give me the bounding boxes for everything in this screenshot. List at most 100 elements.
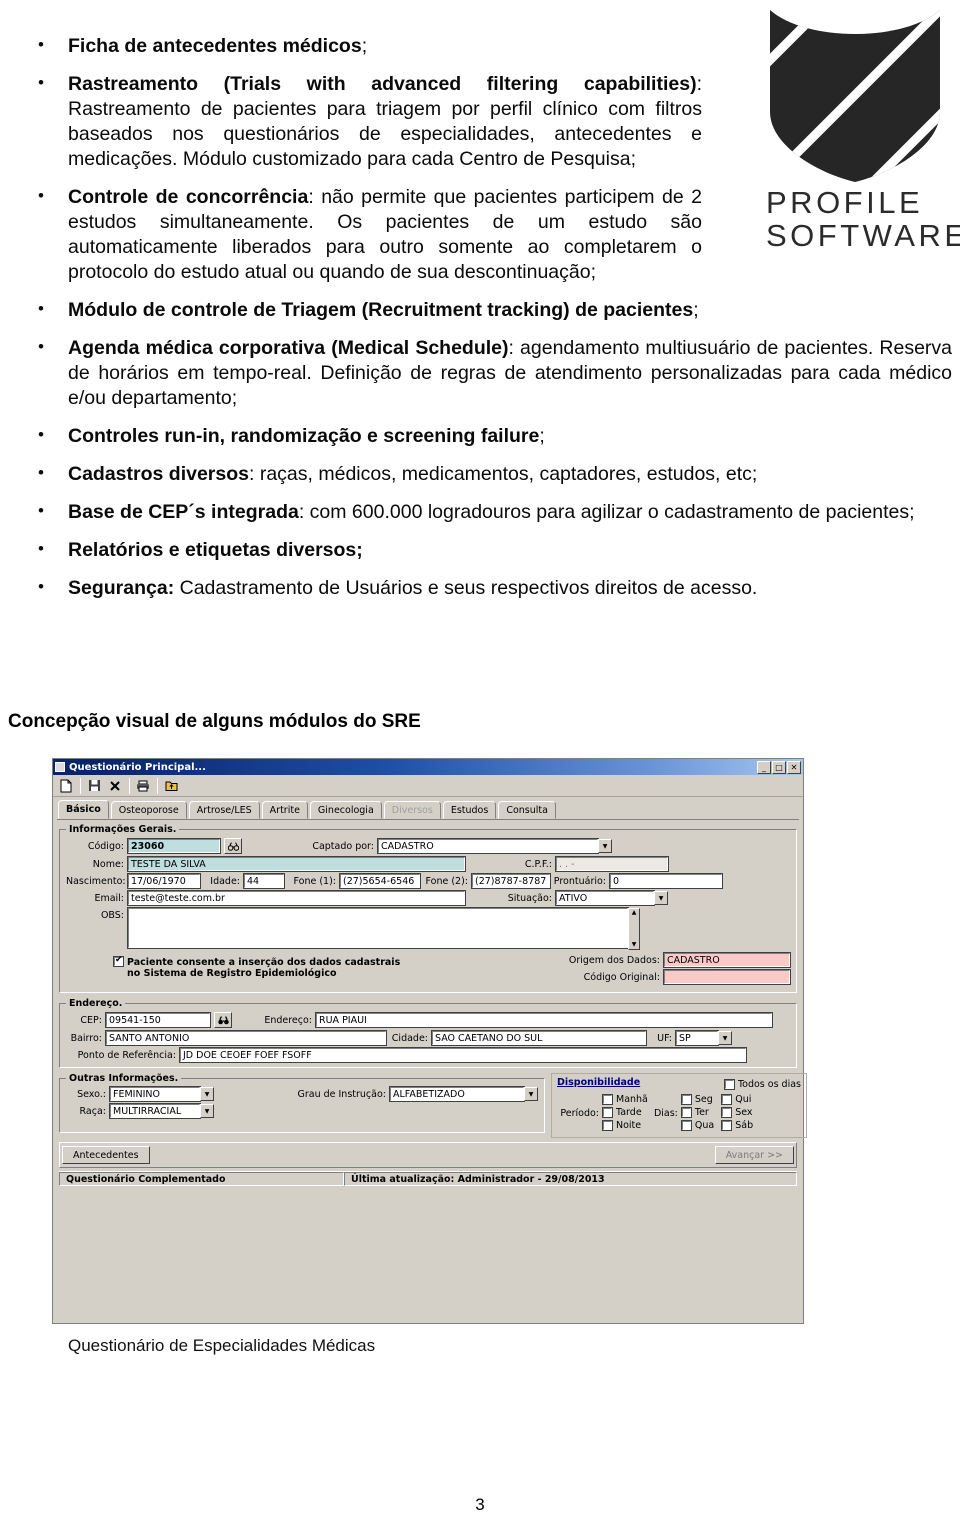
binoculars-icon[interactable]	[224, 838, 242, 854]
dia-checkbox[interactable]	[721, 1120, 733, 1131]
prontuario-input[interactable]: 0	[609, 873, 723, 889]
minimize-button[interactable]: _	[757, 760, 771, 774]
grau-instrucao-select[interactable]: ALFABETIZADO	[389, 1086, 525, 1102]
dia-sex-row[interactable]: Sex	[721, 1107, 753, 1118]
tab-osteoporose[interactable]: Osteoporose	[110, 801, 187, 819]
fone1-input[interactable]: (27)5654-6546	[339, 873, 421, 889]
chevron-down-icon[interactable]: ▼	[718, 1031, 732, 1045]
periodo-tarde-row[interactable]: Tarde	[602, 1107, 648, 1118]
cep-label: CEP:	[80, 1014, 102, 1026]
email-input[interactable]: teste@teste.com.br	[127, 890, 466, 906]
raca-label: Raça:	[79, 1105, 106, 1117]
nome-input[interactable]: TESTE DA SILVA	[127, 856, 466, 872]
codigo-input[interactable]: 23060	[127, 838, 221, 854]
dia-checkbox[interactable]	[680, 1094, 692, 1105]
situacao-select[interactable]: ATIVO	[555, 890, 655, 906]
periodo-label: Período:	[560, 1108, 599, 1119]
dia-s-b-row[interactable]: Sáb	[721, 1120, 754, 1131]
codigo-original-label: Código Original:	[583, 971, 660, 983]
group-legend-outras-informacoes: Outras Informações.	[69, 1073, 179, 1084]
captado-por-select[interactable]: CADASTRO	[377, 838, 599, 854]
print-icon[interactable]	[133, 777, 153, 795]
figure-caption: Questionário de Especialidades Médicas	[68, 1336, 376, 1355]
periodo-checkbox[interactable]	[602, 1107, 613, 1118]
feature-bullet-list: Ficha de antecedentes médicos; Rastreamen…	[0, 32, 952, 614]
uf-label: UF:	[657, 1032, 672, 1044]
chevron-down-icon[interactable]: ▼	[654, 891, 668, 905]
todos-os-dias-checkbox[interactable]	[723, 1078, 735, 1090]
consent-checkbox[interactable]	[113, 955, 124, 967]
periodo-checkbox[interactable]	[602, 1120, 613, 1131]
tab-estudos[interactable]: Estudos	[442, 801, 497, 819]
cep-input[interactable]: 09541-150	[105, 1012, 211, 1028]
binoculars-icon[interactable]	[214, 1012, 232, 1028]
todos-os-dias-row[interactable]: Todos os dias	[723, 1078, 801, 1090]
dia-qua-row[interactable]: Qua	[680, 1120, 715, 1131]
export-icon[interactable]	[161, 777, 181, 795]
consent-text-line1: Paciente consente a inserção dos dados c…	[127, 957, 401, 968]
periodo-checkbox[interactable]	[602, 1094, 613, 1105]
dia-checkbox[interactable]	[680, 1107, 692, 1118]
maximize-button[interactable]: □	[772, 760, 786, 774]
bullet-controle-concorrencia: Controle de concorrência: não permite qu…	[0, 183, 952, 285]
tab-strip: Básico Osteoporose Artrose/LES Artrite Ginec…	[53, 797, 803, 819]
dias-checkbox-group-2: Qui Sex Sáb	[721, 1094, 754, 1133]
chevron-down-icon[interactable]: ▼	[200, 1087, 214, 1101]
situacao-label: Situação:	[507, 892, 552, 904]
uf-select[interactable]: SP	[675, 1030, 719, 1046]
chevron-down-icon[interactable]: ▼	[598, 839, 612, 853]
codigo-original-input[interactable]	[663, 969, 791, 985]
dia-checkbox[interactable]	[721, 1107, 733, 1118]
dia-checkbox[interactable]	[680, 1120, 692, 1131]
obs-textarea[interactable]	[127, 907, 629, 949]
new-icon[interactable]	[56, 777, 76, 795]
bullet-description: Cadastramento de Usuários e seus respect…	[174, 577, 758, 599]
idade-input[interactable]: 44	[243, 873, 285, 889]
dia-seg-row[interactable]: Seg	[680, 1094, 714, 1105]
fone2-input[interactable]: (27)8787-8787	[471, 873, 551, 889]
tab-b-sico[interactable]: Básico	[58, 800, 109, 819]
antecedentes-button[interactable]: Antecedentes	[62, 1146, 150, 1164]
cidade-input[interactable]: SAO CAETANO DO SUL	[431, 1030, 647, 1046]
raca-select[interactable]: MULTIRRACIAL	[109, 1103, 201, 1119]
bullet-controles-runin: Controles run-in, randomização e screeni…	[0, 422, 952, 449]
window-toolbar	[53, 775, 803, 797]
tab-consulta[interactable]: Consulta	[498, 801, 556, 819]
grau-instrucao-label: Grau de Instrução:	[297, 1088, 386, 1100]
tab-ginecologia[interactable]: Ginecologia	[309, 801, 382, 819]
origem-dados-input[interactable]: CADASTRO	[663, 952, 791, 968]
consent-checkbox-row[interactable]: Paciente consente a inserção dos dados c…	[66, 955, 480, 979]
toolbar-separator-3	[157, 777, 158, 794]
periodo-manh--row[interactable]: Manhã	[602, 1094, 648, 1105]
periodo-noite-row[interactable]: Noite	[602, 1120, 648, 1131]
avancar-button[interactable]: Avançar >>	[714, 1146, 794, 1164]
window-titlebar: Questionário Principal... _ □ ✕	[53, 759, 803, 775]
endereco-input[interactable]: RUA PIAUI	[315, 1012, 773, 1028]
dia-label: Sáb	[735, 1120, 754, 1131]
delete-icon[interactable]	[105, 777, 125, 795]
bairro-input[interactable]: SANTO ANTONIO	[105, 1030, 387, 1046]
save-icon[interactable]	[84, 777, 104, 795]
tab-artrite[interactable]: Artrite	[261, 801, 308, 819]
chevron-down-icon[interactable]: ▼	[524, 1087, 538, 1101]
window-title: Questionário Principal...	[69, 761, 206, 773]
nascimento-input[interactable]: 17/06/1970	[127, 873, 201, 889]
periodo-label: Manhã	[616, 1094, 648, 1105]
group-informacoes-gerais: Informações Gerais. Código: 23060 Captad…	[59, 824, 797, 993]
chevron-down-icon[interactable]: ▼	[200, 1104, 214, 1118]
dia-qui-row[interactable]: Qui	[721, 1094, 753, 1105]
periodo-label: Tarde	[616, 1107, 642, 1118]
tab-artrose-les[interactable]: Artrose/LES	[188, 801, 260, 819]
obs-scrollbar[interactable]: ▲ ▼	[628, 908, 640, 950]
close-button[interactable]: ✕	[787, 760, 801, 774]
ponto-referencia-input[interactable]: JD DOE CEOEF FOEF FSOFF	[179, 1047, 747, 1063]
sexo-select[interactable]: FEMININO	[109, 1086, 201, 1102]
tab-diversos[interactable]: Diversos	[383, 801, 441, 819]
cpf-input[interactable]: . . -	[555, 856, 669, 872]
dia-checkbox[interactable]	[721, 1094, 733, 1105]
dia-label: Qua	[694, 1120, 715, 1131]
bullet-description: ;	[539, 425, 545, 447]
bullet-term: Rastreamento (Trials with advanced filte…	[68, 73, 697, 95]
group-legend-endereco: Endereço.	[69, 998, 123, 1009]
dia-ter-row[interactable]: Ter	[680, 1107, 714, 1118]
